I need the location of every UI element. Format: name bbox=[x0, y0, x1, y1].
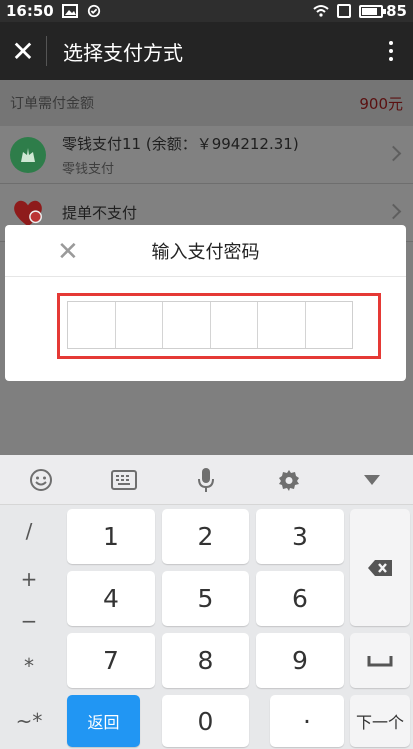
chevron-right-icon bbox=[385, 145, 402, 161]
dialog-header: ✕ 输入支付密码 bbox=[5, 225, 406, 277]
chevron-right-icon bbox=[385, 203, 402, 219]
password-digit-box bbox=[211, 302, 258, 348]
status-bar: 16:50 85 bbox=[0, 0, 413, 22]
key-dot[interactable]: · bbox=[270, 695, 344, 747]
keyboard-keys: / + − * ~* 1 2 3 4 5 6 7 8 9 0 返回 · 下一个 bbox=[0, 506, 413, 749]
key-0[interactable]: 0 bbox=[162, 695, 249, 747]
page-title: 选择支付方式 bbox=[63, 40, 183, 65]
sim-icon bbox=[337, 4, 352, 18]
dialog-title: 输入支付密码 bbox=[151, 241, 260, 263]
key-1[interactable]: 1 bbox=[67, 509, 155, 564]
settings-icon[interactable] bbox=[259, 460, 319, 500]
key-5[interactable]: 5 bbox=[162, 571, 249, 626]
key-2[interactable]: 2 bbox=[162, 509, 249, 564]
key-6[interactable]: 6 bbox=[256, 571, 344, 626]
close-icon[interactable]: ✕ bbox=[57, 237, 79, 267]
battery-percent: 85 bbox=[386, 2, 407, 20]
password-dialog: ✕ 输入支付密码 bbox=[5, 225, 406, 381]
payment-method-title: 提单不支付 bbox=[62, 204, 138, 222]
key-8[interactable]: 8 bbox=[162, 633, 249, 688]
payment-method-wallet[interactable]: 零钱支付11 (余额：￥994212.31) 零钱支付 bbox=[0, 126, 413, 184]
key-slash[interactable]: / bbox=[0, 506, 58, 556]
key-tilde-star[interactable]: ~* bbox=[0, 696, 58, 746]
battery-indicator: 85 bbox=[359, 2, 407, 20]
payment-method-title: 零钱支付11 (余额：￥994212.31) bbox=[62, 134, 299, 153]
wifi-icon bbox=[313, 5, 329, 17]
payment-method-subtitle: 零钱支付 bbox=[62, 161, 115, 177]
sync-icon bbox=[87, 4, 100, 18]
collapse-icon[interactable] bbox=[342, 460, 402, 500]
mic-icon[interactable] bbox=[176, 460, 236, 500]
status-time: 16:50 bbox=[6, 2, 54, 20]
keyboard-toolbar bbox=[0, 455, 413, 505]
image-icon bbox=[61, 4, 78, 18]
password-digit-box bbox=[68, 302, 116, 348]
appbar-divider bbox=[46, 36, 47, 66]
emoji-icon[interactable] bbox=[11, 460, 71, 500]
order-amount-value: 900元 bbox=[359, 94, 403, 113]
wallet-icon bbox=[10, 136, 46, 173]
key-asterisk[interactable]: * bbox=[0, 641, 58, 691]
password-digit-box bbox=[163, 302, 211, 348]
keyboard-icon[interactable] bbox=[94, 460, 154, 500]
password-input[interactable] bbox=[67, 301, 353, 349]
key-4[interactable]: 4 bbox=[67, 571, 155, 626]
backspace-icon bbox=[368, 559, 392, 576]
password-digit-box bbox=[258, 302, 306, 348]
key-9[interactable]: 9 bbox=[256, 633, 344, 688]
more-vert-icon[interactable] bbox=[369, 41, 413, 61]
order-amount-row: 订单需付金额 900元 bbox=[0, 80, 413, 126]
backspace-key[interactable] bbox=[350, 509, 410, 626]
next-button[interactable]: 下一个 bbox=[350, 695, 410, 747]
key-7[interactable]: 7 bbox=[67, 633, 155, 688]
space-key[interactable] bbox=[350, 633, 410, 688]
numeric-keyboard: / + − * ~* 1 2 3 4 5 6 7 8 9 0 返回 · 下一个 bbox=[0, 455, 413, 749]
password-digit-box bbox=[306, 302, 353, 348]
password-digit-box bbox=[116, 302, 163, 348]
return-button[interactable]: 返回 bbox=[67, 695, 140, 747]
key-3[interactable]: 3 bbox=[256, 509, 344, 564]
space-icon bbox=[367, 655, 393, 666]
app-bar: ✕ 选择支付方式 bbox=[0, 22, 413, 80]
key-minus[interactable]: − bbox=[0, 596, 58, 646]
close-icon[interactable]: ✕ bbox=[0, 35, 46, 68]
order-amount-label: 订单需付金额 bbox=[10, 96, 94, 112]
